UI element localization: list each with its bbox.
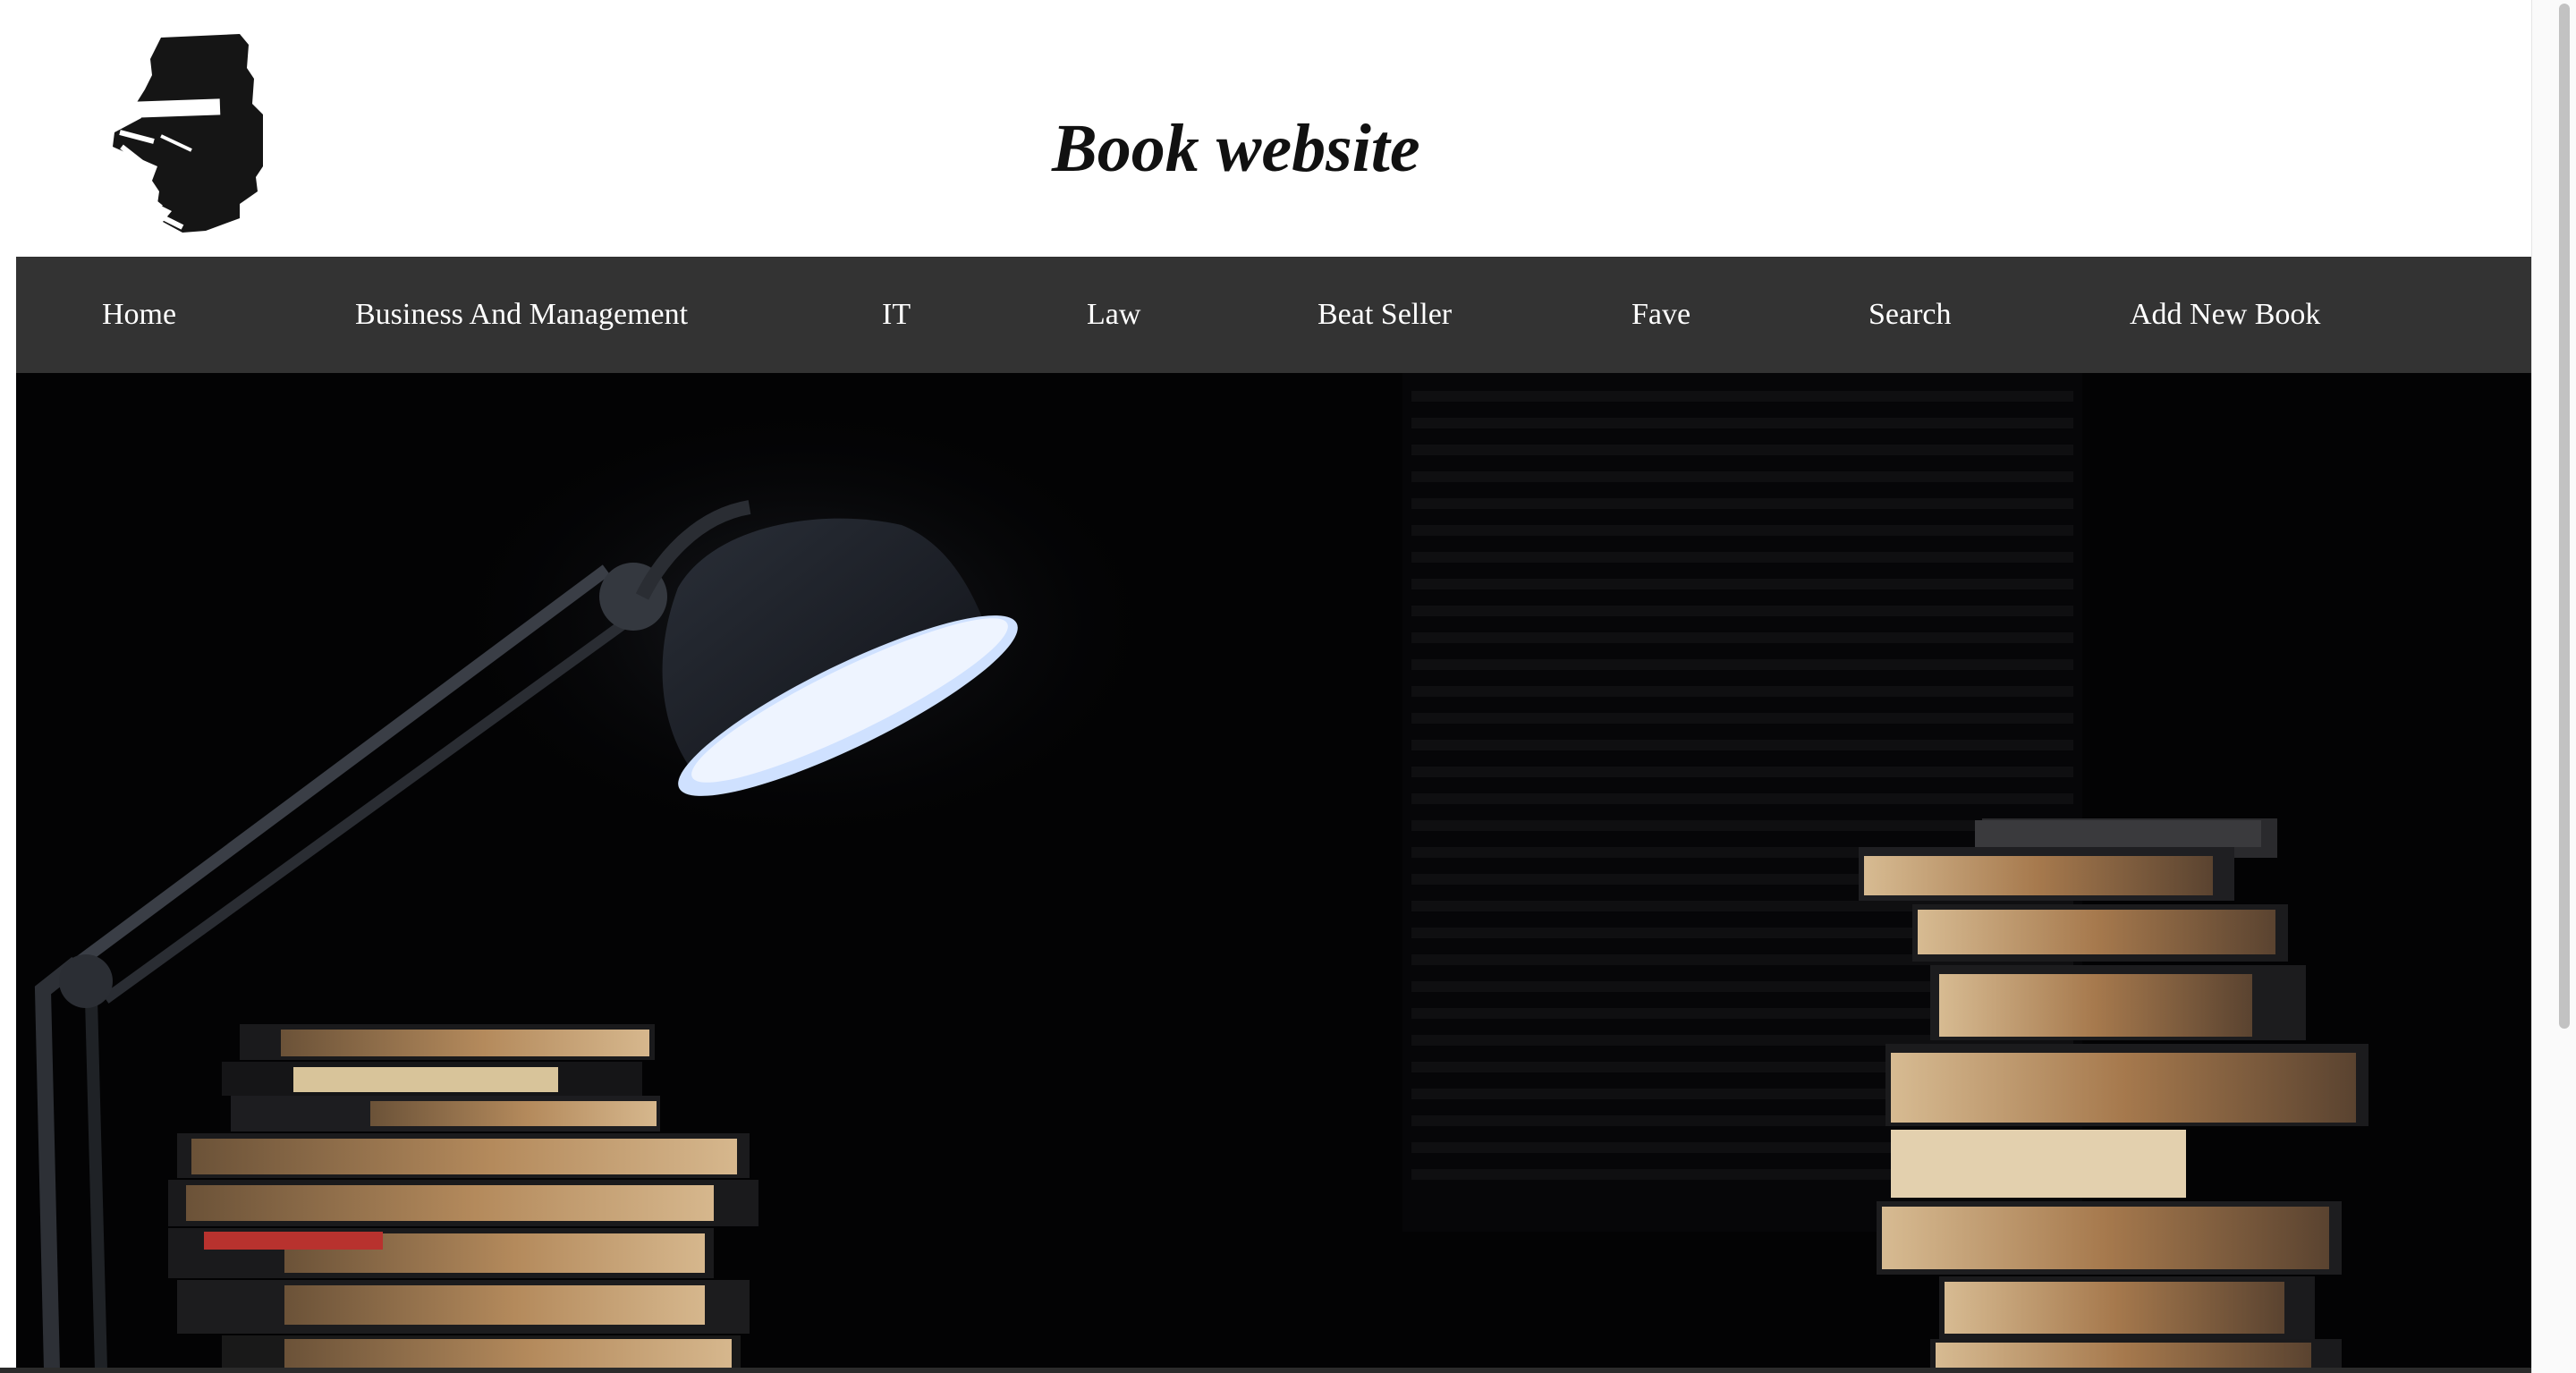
nav-item-add-new-book[interactable]: Add New Book: [2130, 257, 2320, 373]
page: Book website Home Business And Managemen…: [0, 0, 2576, 1373]
nav-item-home[interactable]: Home: [102, 257, 176, 373]
blind-slat: [1411, 552, 2073, 563]
blind-slat: [1411, 713, 2073, 724]
blind-slat: [1411, 606, 2073, 616]
blind-slat: [1411, 793, 2073, 804]
nav-item-it[interactable]: IT: [882, 257, 911, 373]
blind-slat: [1411, 418, 2073, 428]
blind-slat: [1411, 391, 2073, 402]
scrollbar-thumb[interactable]: [2559, 4, 2570, 1029]
blind-slat: [1411, 525, 2073, 536]
blind-slat: [1411, 767, 2073, 777]
nav-item-business-and-management[interactable]: Business And Management: [355, 257, 688, 373]
nav-item-law[interactable]: Law: [1087, 257, 1140, 373]
site-header: Book website: [0, 0, 2531, 257]
nav-item-search[interactable]: Search: [1868, 257, 1952, 373]
book-stack-left: [168, 1024, 758, 1369]
blind-slat: [1411, 740, 2073, 750]
blind-slat: [1411, 632, 2073, 643]
hero-image: [16, 373, 2531, 1369]
nav-item-beat-seller[interactable]: Beat Seller: [1318, 257, 1452, 373]
book-stack-icon[interactable]: [106, 32, 275, 234]
main-navbar: Home Business And Management IT Law Beat…: [16, 257, 2531, 373]
blind-slat: [1411, 686, 2073, 697]
blind-slat: [1411, 659, 2073, 670]
blind-slat: [1411, 820, 2073, 831]
blind-slat: [1411, 498, 2073, 509]
page-title: Book website: [1052, 111, 1420, 186]
blind-slat: [1411, 471, 2073, 482]
bottom-edge: [0, 1368, 2576, 1373]
nav-item-fave[interactable]: Fave: [1631, 257, 1690, 373]
blind-slat: [1411, 445, 2073, 455]
blind-slat: [1411, 579, 2073, 589]
